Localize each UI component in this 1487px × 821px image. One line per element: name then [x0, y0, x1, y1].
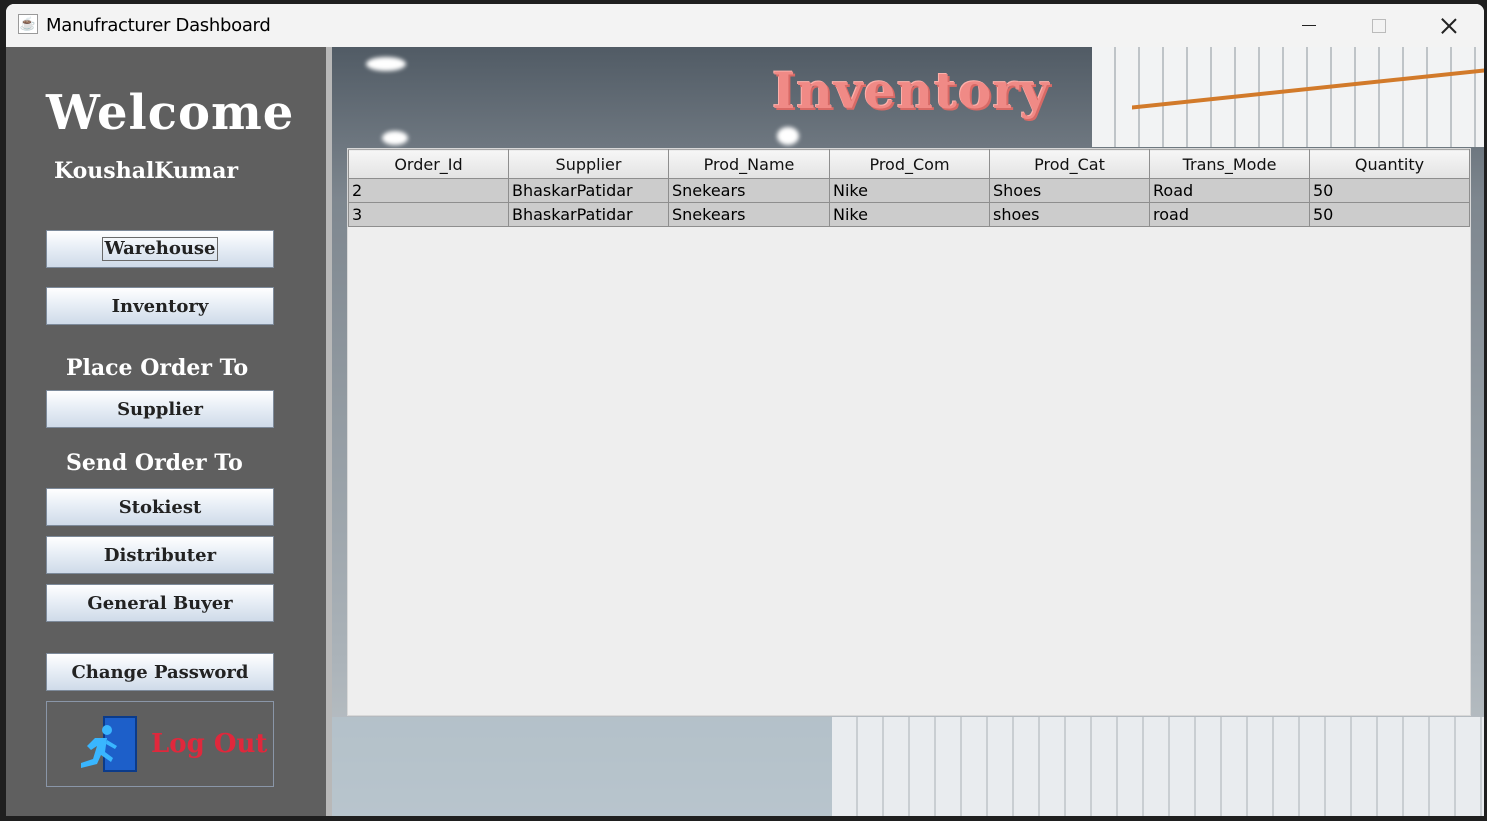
column-header[interactable]: Trans_Mode [1149, 149, 1310, 179]
table-cell[interactable]: road [1149, 202, 1310, 227]
table-cell[interactable]: Nike [829, 178, 990, 203]
close-button[interactable] [1414, 4, 1484, 47]
change-password-button[interactable]: Change Password [46, 653, 274, 691]
username-label: KoushalKumar [54, 158, 239, 184]
maximize-icon [1372, 18, 1386, 33]
table-cell[interactable]: Road [1149, 178, 1310, 203]
app-window: ☕ Manufracturer Dashboard Welcome Kousha… [6, 4, 1484, 816]
logout-label: Log Out [151, 729, 268, 759]
ceiling-light [366, 57, 406, 71]
sidebar: Welcome KoushalKumar Warehouse Inventory… [6, 47, 326, 816]
send-order-heading: Send Order To [66, 450, 243, 476]
change-password-button-label: Change Password [71, 661, 249, 683]
java-cup-icon: ☕ [18, 14, 38, 34]
inventory-table: Order_Id Supplier Prod_Name Prod_Com Pro… [348, 149, 1470, 227]
window-title: Manufracturer Dashboard [46, 15, 271, 36]
column-header[interactable]: Prod_Com [829, 149, 990, 179]
maximize-button[interactable] [1344, 4, 1414, 47]
stokiest-button-label: Stokiest [118, 496, 202, 518]
table-cell[interactable]: Snekears [668, 178, 830, 203]
table-row[interactable]: 3 BhaskarPatidar Snekears Nike shoes roa… [348, 202, 1470, 227]
close-icon [1441, 18, 1457, 34]
supplier-button[interactable]: Supplier [46, 390, 274, 428]
table-cell[interactable]: 50 [1309, 178, 1470, 203]
column-header[interactable]: Prod_Cat [989, 149, 1150, 179]
table-cell[interactable]: Shoes [989, 178, 1150, 203]
warehouse-button[interactable]: Warehouse [46, 230, 274, 268]
table-cell[interactable]: 3 [348, 202, 509, 227]
distributer-button[interactable]: Distributer [46, 536, 274, 574]
column-header[interactable]: Prod_Name [668, 149, 830, 179]
logout-button[interactable]: Log Out [46, 701, 274, 787]
minimize-icon [1302, 25, 1316, 26]
table-cell[interactable]: Nike [829, 202, 990, 227]
welcome-heading: Welcome [46, 85, 295, 141]
general-buyer-button-label: General Buyer [87, 592, 233, 614]
running-person-icon [81, 725, 117, 768]
inventory-button[interactable]: Inventory [46, 287, 274, 325]
inventory-button-label: Inventory [111, 295, 209, 317]
table-header-row: Order_Id Supplier Prod_Name Prod_Com Pro… [348, 149, 1470, 179]
page-title: Inventory [772, 61, 1050, 120]
column-header[interactable]: Supplier [508, 149, 669, 179]
distributer-button-label: Distributer [103, 544, 217, 566]
table-row[interactable]: 2 BhaskarPatidar Snekears Nike Shoes Roa… [348, 178, 1470, 203]
column-header[interactable]: Order_Id [348, 149, 509, 179]
minimize-button[interactable] [1274, 4, 1344, 47]
table-cell[interactable]: 2 [348, 178, 509, 203]
table-cell[interactable]: BhaskarPatidar [508, 178, 669, 203]
table-cell[interactable]: Snekears [668, 202, 830, 227]
stokiest-button[interactable]: Stokiest [46, 488, 274, 526]
supplier-button-label: Supplier [117, 398, 203, 420]
ceiling-light [777, 127, 799, 145]
column-header[interactable]: Quantity [1309, 149, 1470, 179]
warehouse-shelf-bottom [832, 717, 1484, 816]
table-cell[interactable]: shoes [989, 202, 1150, 227]
warehouse-wall [332, 717, 832, 816]
general-buyer-button[interactable]: General Buyer [46, 584, 274, 622]
warehouse-shelf-top [1092, 47, 1484, 147]
main-panel: Inventory Order_Id Supplier Prod_Name Pr… [332, 47, 1484, 816]
title-bar: ☕ Manufracturer Dashboard [6, 4, 1484, 47]
place-order-heading: Place Order To [66, 355, 249, 381]
ceiling-light [382, 131, 408, 145]
table-cell[interactable]: 50 [1309, 202, 1470, 227]
inventory-table-panel: Order_Id Supplier Prod_Name Prod_Com Pro… [347, 148, 1471, 716]
table-cell[interactable]: BhaskarPatidar [508, 202, 669, 227]
warehouse-button-label: Warehouse [102, 237, 218, 261]
